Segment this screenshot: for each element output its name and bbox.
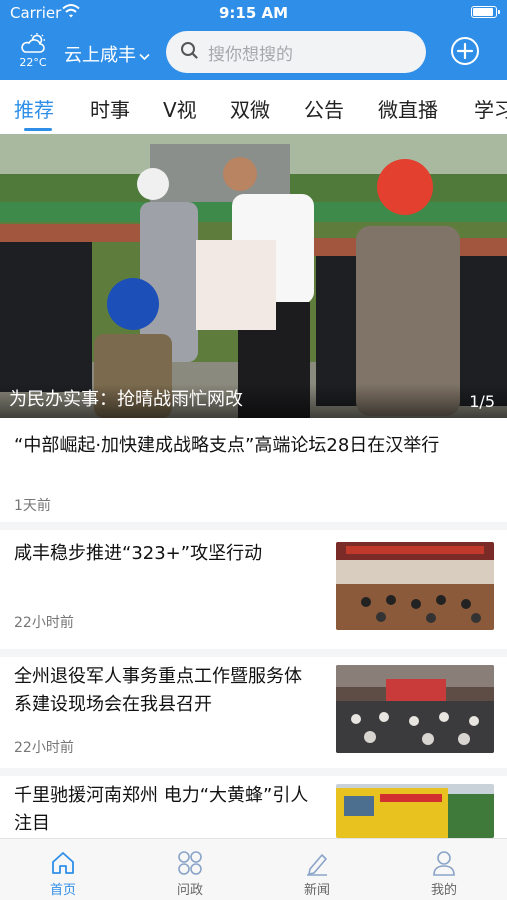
battery-icon xyxy=(471,6,500,18)
banner-carousel[interactable]: 为民办实事：抢晴战雨忙网改 1/5 xyxy=(0,134,507,418)
weather-widget[interactable]: 22°C xyxy=(14,32,52,69)
clock: 9:15 AM xyxy=(218,4,289,22)
nav-label: 首页 xyxy=(49,883,76,898)
tab-live[interactable]: 微直播 xyxy=(378,94,438,123)
search-placeholder: 搜你想搜的 xyxy=(208,44,293,65)
news-time: 22小时前 xyxy=(14,740,74,756)
tab-recommend[interactable]: 推荐 xyxy=(14,94,54,123)
add-button[interactable] xyxy=(450,36,480,70)
tab-announcement[interactable]: 公告 xyxy=(304,94,344,123)
news-title: 全州退役军人事务重点工作暨服务体系建设现场会在我县召开 xyxy=(14,666,302,715)
news-time: 1天前 xyxy=(14,498,51,514)
banner-caption: 为民办实事：抢晴战雨忙网改 xyxy=(9,389,243,410)
tab-study[interactable]: 学习 xyxy=(474,94,507,123)
nav-home[interactable]: 首页 xyxy=(0,839,126,900)
nav-news[interactable]: 新闻 xyxy=(254,839,380,900)
news-thumbnail xyxy=(336,665,494,753)
status-bar: Carrier 9:15 AM xyxy=(0,0,507,26)
search-icon xyxy=(180,41,198,63)
nav-label: 问政 xyxy=(176,883,203,898)
nav-profile[interactable]: 我的 xyxy=(381,839,507,900)
nav-inquiry[interactable]: 问政 xyxy=(127,839,253,900)
news-time: 22小时前 xyxy=(14,615,74,631)
user-icon xyxy=(430,849,458,877)
nav-label: 我的 xyxy=(430,883,457,898)
banner-image xyxy=(0,134,507,418)
news-item-featured[interactable]: “中部崛起·加快建成战略支点”高端论坛28日在汉举行 1天前 xyxy=(0,418,507,530)
list-item[interactable]: 咸丰稳步推进“323+”攻坚行动 22小时前 xyxy=(0,538,507,657)
news-title: “中部崛起·加快建成战略支点”高端论坛28日在汉举行 xyxy=(14,435,440,456)
location-label: 云上咸丰 xyxy=(64,45,136,66)
search-input[interactable]: 搜你想搜的 xyxy=(166,31,426,73)
bottom-nav: 首页 问政 新闻 我的 xyxy=(0,838,507,900)
news-thumbnail xyxy=(336,542,494,630)
header: Carrier 9:15 AM 22°C 云上咸丰 搜你想搜的 xyxy=(0,0,507,80)
tab-double-micro[interactable]: 双微 xyxy=(230,94,270,123)
category-tabs: 推荐 时事 V视 双微 公告 微直播 学习 xyxy=(0,80,507,134)
tab-current-affairs[interactable]: 时事 xyxy=(90,94,130,123)
pen-icon xyxy=(303,849,331,877)
news-title: 千里驰援河南郑州 电力“大黄蜂”引人注目 xyxy=(14,785,309,834)
active-tab-indicator xyxy=(24,128,52,131)
temperature: 22°C xyxy=(19,56,47,69)
list-item[interactable]: 千里驰援河南郑州 电力“大黄蜂”引人注目 xyxy=(0,776,507,838)
list-item[interactable]: 全州退役军人事务重点工作暨服务体系建设现场会在我县召开 22小时前 xyxy=(0,657,507,776)
app-screen: Carrier 9:15 AM 22°C 云上咸丰 搜你想搜的 推荐 时事 V视… xyxy=(0,0,507,900)
news-thumbnail xyxy=(336,784,494,838)
location-selector[interactable]: 云上咸丰 xyxy=(64,41,150,67)
tab-video[interactable]: V视 xyxy=(163,94,197,123)
plus-circle-icon xyxy=(450,37,480,70)
grid-icon xyxy=(176,849,204,877)
banner-pager: 1/5 xyxy=(469,392,495,411)
news-title: 咸丰稳步推进“323+”攻坚行动 xyxy=(14,543,263,564)
nav-label: 新闻 xyxy=(303,883,330,898)
home-icon xyxy=(49,849,77,877)
chevron-down-icon xyxy=(139,45,150,66)
